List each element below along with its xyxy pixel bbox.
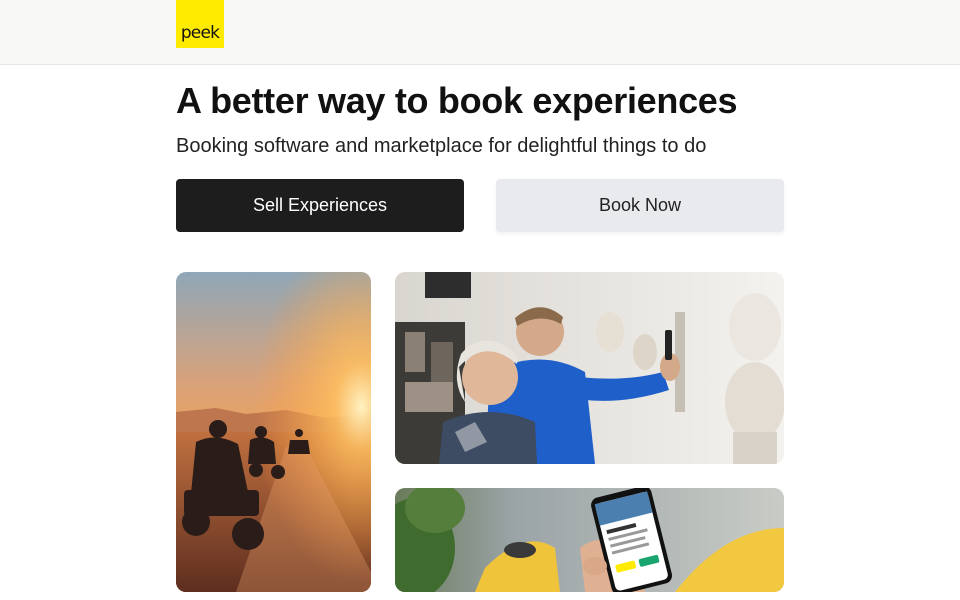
museum-visitors-photo <box>395 272 784 464</box>
site-header: peek <box>0 0 960 65</box>
hero-subtitle: Booking software and marketplace for del… <box>176 135 707 157</box>
booking-app-photo <box>395 488 784 592</box>
logo-text: peek <box>180 23 220 43</box>
atv-desert-photo <box>176 272 371 592</box>
peek-logo[interactable]: peek <box>176 0 224 48</box>
book-now-button[interactable]: Book Now <box>496 179 784 232</box>
sell-experiences-button[interactable]: Sell Experiences <box>176 179 464 232</box>
hero-title: A better way to book experiences <box>176 80 738 121</box>
